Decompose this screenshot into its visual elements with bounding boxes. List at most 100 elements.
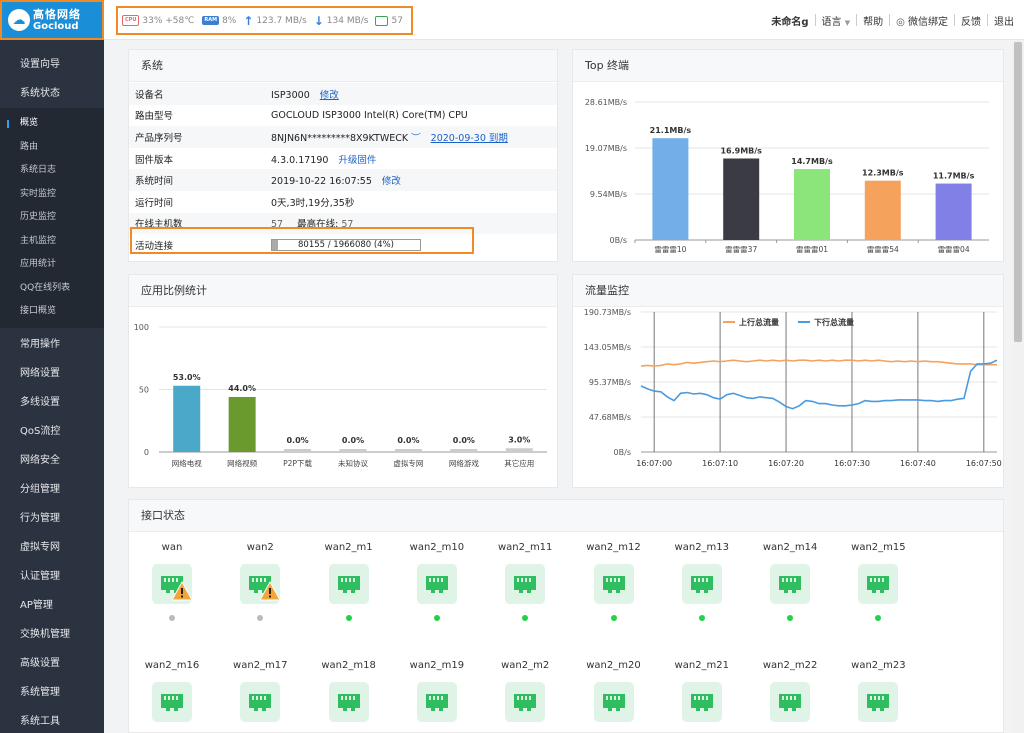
- port-wan2-m15[interactable]: wan2_m15: [838, 542, 918, 621]
- bar: [173, 385, 201, 452]
- bar: [339, 449, 367, 452]
- data-label: 12.3MB/s: [862, 169, 904, 178]
- port-wan2-m22[interactable]: wan2_m22: [750, 660, 830, 733]
- port-name: wan2_m13: [674, 542, 730, 553]
- port-name: wan2_m16: [144, 660, 200, 671]
- port-name: wan2_m22: [762, 660, 818, 671]
- sidebar-subitem-8[interactable]: 接口概览: [0, 300, 104, 324]
- x-tick-label: 网络视频: [227, 458, 257, 468]
- port-wan2[interactable]: wan2: [220, 542, 300, 621]
- port-wan2-m14[interactable]: wan2_m14: [750, 542, 830, 621]
- port-wan2-m16[interactable]: wan2_m16: [132, 660, 212, 733]
- status-dot-online: [698, 615, 705, 621]
- table-row: 固件版本 4.3.0.17190 升级固件: [129, 148, 557, 170]
- bar: [864, 180, 901, 240]
- x-tick-label: 16:07:40: [900, 459, 936, 468]
- port-wan2-m11[interactable]: wan2_m11: [485, 542, 565, 621]
- sidebar-item-more-13[interactable]: 系统工具: [0, 707, 104, 733]
- model-value: GOCLOUD ISP3000 Intel(R) Core(TM) CPU: [271, 109, 468, 121]
- sidebar-item-more-3[interactable]: QoS流控: [0, 417, 104, 446]
- ethernet-port-icon: [593, 682, 634, 722]
- sidebar-item-more-10[interactable]: 交换机管理: [0, 620, 104, 649]
- sidebar-item-more-4[interactable]: 网络安全: [0, 446, 104, 475]
- port-wan2-m13[interactable]: wan2_m13: [662, 542, 742, 621]
- ram-icon: RAM: [202, 16, 220, 25]
- sidebar-item-0[interactable]: 设置向导: [0, 50, 104, 79]
- sidebar-item-more-12[interactable]: 系统管理: [0, 678, 104, 707]
- sidebar-item-more-11[interactable]: 高级设置: [0, 649, 104, 678]
- sidebar-subitem-2[interactable]: 系统日志: [0, 159, 104, 183]
- ethernet-port-icon: [681, 564, 722, 604]
- bar: [652, 138, 689, 240]
- license-expiry-link[interactable]: 2020-09-30 到期: [431, 133, 508, 144]
- page-scrollbar[interactable]: [1012, 40, 1024, 733]
- edit-device-name-link[interactable]: 修改: [320, 90, 339, 101]
- port-wan2-m21[interactable]: wan2_m21: [662, 660, 742, 733]
- data-label: 0.0%: [286, 436, 308, 445]
- port-wan2-m19[interactable]: wan2_m19: [397, 660, 477, 733]
- device-name-label: 设备名: [129, 83, 271, 105]
- user-name[interactable]: 未命名g: [765, 13, 814, 28]
- top-nav: 未命名g 语言 ▼ 帮助 ◎ 微信绑定 反馈 退出: [765, 0, 1020, 40]
- sidebar-subitem-6[interactable]: 应用统计: [0, 253, 104, 277]
- brand-logo[interactable]: ☁ 高恪网络 Gocloud: [0, 0, 104, 40]
- port-wan2-m1[interactable]: wan2_m1: [309, 542, 389, 621]
- flow-monitor-title: 流量监控: [573, 275, 1003, 307]
- sidebar-item-more-8[interactable]: 认证管理: [0, 562, 104, 591]
- warning-icon: [171, 580, 193, 604]
- port-wan[interactable]: wan: [132, 542, 212, 621]
- port-wan2-m2[interactable]: wan2_m2: [485, 660, 565, 733]
- sidebar-item-more-6[interactable]: 行为管理: [0, 504, 104, 533]
- language-menu[interactable]: 语言 ▼: [816, 13, 857, 28]
- feedback-link[interactable]: 反馈: [955, 13, 987, 28]
- sidebar-item-more-9[interactable]: AP管理: [0, 591, 104, 620]
- sidebar-item-more-2[interactable]: 多线设置: [0, 388, 104, 417]
- wechat-icon: ◎: [896, 16, 905, 28]
- sidebar-subitem-4[interactable]: 历史监控: [0, 206, 104, 230]
- sidebar-item-more-1[interactable]: 网络设置: [0, 359, 104, 388]
- wechat-bind-link[interactable]: ◎ 微信绑定: [890, 13, 954, 28]
- warning-icon: [259, 580, 282, 604]
- sidebar-subitem-7[interactable]: QQ在线列表: [0, 276, 104, 300]
- edit-systime-link[interactable]: 修改: [382, 176, 401, 187]
- bar: [723, 158, 760, 240]
- x-tick-label: 其它应用: [504, 458, 534, 468]
- y-tick-label: 47.68MB/s: [589, 413, 631, 422]
- sidebar-item-more-5[interactable]: 分组管理: [0, 475, 104, 504]
- port-wan2-m23[interactable]: wan2_m23: [838, 660, 918, 733]
- sidebar-subitem-1[interactable]: 路由: [0, 135, 104, 159]
- systime-label: 系统时间: [129, 169, 271, 191]
- port-wan2-m12[interactable]: wan2_m12: [574, 542, 654, 621]
- top-terminals-chart: 0B/s 9.54MB/s 19.07MB/s 28.61MB/s 21.1MB/s 雷雷…: [585, 98, 989, 254]
- bar: [794, 169, 830, 240]
- y-tick-label: 50: [139, 386, 149, 395]
- scrollbar-thumb[interactable]: [1014, 42, 1022, 342]
- serial-label: 产品序列号: [129, 126, 271, 148]
- x-tick-label: 虚拟专网: [393, 458, 423, 468]
- y-tick-label: 0: [144, 448, 149, 457]
- top-bar: ☁ 高恪网络 Gocloud CPU 33% +58℃ RAM 8% ↑ 123…: [0, 0, 1024, 40]
- upgrade-firmware-link[interactable]: 升级固件: [338, 155, 376, 166]
- sidebar-item-1[interactable]: 系统状态: [0, 79, 104, 108]
- help-link[interactable]: 帮助: [857, 13, 889, 28]
- top-terminals-title: Top 终端: [573, 50, 1003, 82]
- sidebar-subitem-3[interactable]: 实时监控: [0, 182, 104, 206]
- sidebar-item-more-7[interactable]: 虚拟专网: [0, 533, 104, 562]
- table-row: 运行时间 0天,3时,19分,35秒: [129, 191, 557, 213]
- data-label: 21.1MB/s: [650, 126, 692, 135]
- port-wan2-m10[interactable]: wan2_m10: [397, 542, 477, 621]
- sidebar-item-more-0[interactable]: 常用操作: [0, 330, 104, 359]
- port-name: wan2_m14: [762, 542, 818, 553]
- port-wan2-m17[interactable]: wan2_m17: [220, 660, 300, 733]
- sidebar-subitem-0[interactable]: 概览: [0, 112, 104, 136]
- upload-arrow-icon: ↑: [243, 13, 254, 28]
- logout-link[interactable]: 退出: [988, 13, 1020, 28]
- y-tick-label: 190.73MB/s: [584, 308, 631, 317]
- wave-icon: ︶: [411, 132, 421, 144]
- model-label: 路由型号: [135, 111, 174, 123]
- port-wan2-m20[interactable]: wan2_m20: [574, 660, 654, 733]
- sidebar-subitem-5[interactable]: 主机监控: [0, 229, 104, 253]
- port-name: wan2: [246, 542, 274, 553]
- port-wan2-m18[interactable]: wan2_m18: [309, 660, 389, 733]
- y-tick-label: 0B/s: [614, 448, 631, 457]
